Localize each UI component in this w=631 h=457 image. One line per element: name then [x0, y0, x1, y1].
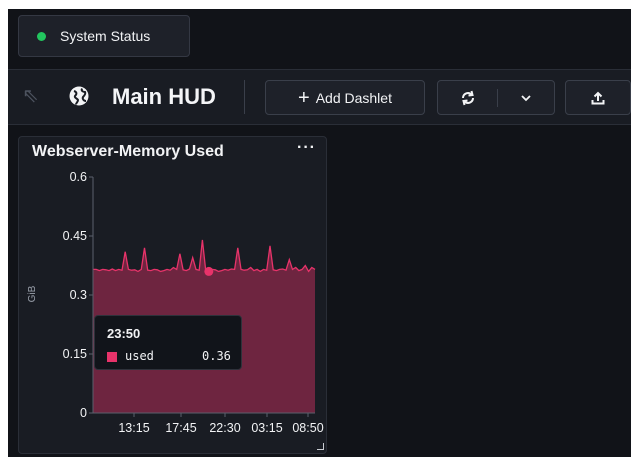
y-tick-label: 0.45 — [63, 229, 87, 243]
globe-icon — [69, 86, 89, 106]
page-title: Main HUD — [112, 84, 216, 109]
upload-button[interactable] — [565, 80, 631, 115]
x-tick-label: 17:45 — [165, 421, 196, 435]
dashboard-toolbar: ⇖ Main HUD + Add Dashlet — [8, 69, 631, 125]
series-color-swatch — [107, 352, 117, 362]
x-tick-label: 22:30 — [209, 421, 240, 435]
tooltip-time: 23:50 — [107, 326, 141, 341]
x-tick-label: 13:15 — [118, 421, 149, 435]
refresh-split-button[interactable] — [437, 80, 555, 115]
y-tick-label: 0.3 — [70, 288, 87, 302]
y-axis-label: GiB — [27, 285, 38, 302]
status-bar: System Status — [8, 9, 631, 69]
y-tick-label: 0.15 — [63, 347, 87, 361]
split-divider — [497, 89, 498, 107]
x-tick-label: 03:15 — [251, 421, 282, 435]
highlight-point — [204, 266, 214, 276]
y-tick-label: 0 — [80, 406, 87, 420]
toolbar-divider — [244, 80, 245, 114]
refresh-icon[interactable] — [459, 89, 477, 107]
resize-handle[interactable] — [317, 443, 324, 450]
system-status-button[interactable]: System Status — [18, 15, 190, 57]
status-label: System Status — [60, 28, 151, 44]
add-dashlet-button[interactable]: + Add Dashlet — [265, 80, 425, 115]
app-window: System Status ⇖ Main HUD + Add Dashlet W… — [8, 9, 631, 457]
status-indicator-dot — [37, 31, 46, 41]
add-dashlet-label: Add Dashlet — [315, 89, 392, 106]
plus-icon: + — [298, 86, 310, 109]
tooltip-value: 0.36 — [202, 349, 231, 363]
upload-icon — [591, 91, 605, 104]
arrow-up-left-icon[interactable]: ⇖ — [22, 83, 39, 108]
tooltip-series-name: used — [125, 349, 154, 363]
chart-tooltip: 23:50 used 0.36 — [94, 315, 242, 370]
chevron-down-icon[interactable] — [520, 93, 532, 103]
memory-chart: 0 0.15 0.3 0.45 0.6 13:15 17:45 22:30 03:15 08:50… — [27, 170, 324, 435]
dashlet-panel: Webserver-Memory Used ··· 0 0.15 0.3 0.45 0.… — [18, 136, 327, 454]
y-tick-label: 0.6 — [70, 170, 87, 184]
x-tick-label: 08:50 — [292, 421, 323, 435]
